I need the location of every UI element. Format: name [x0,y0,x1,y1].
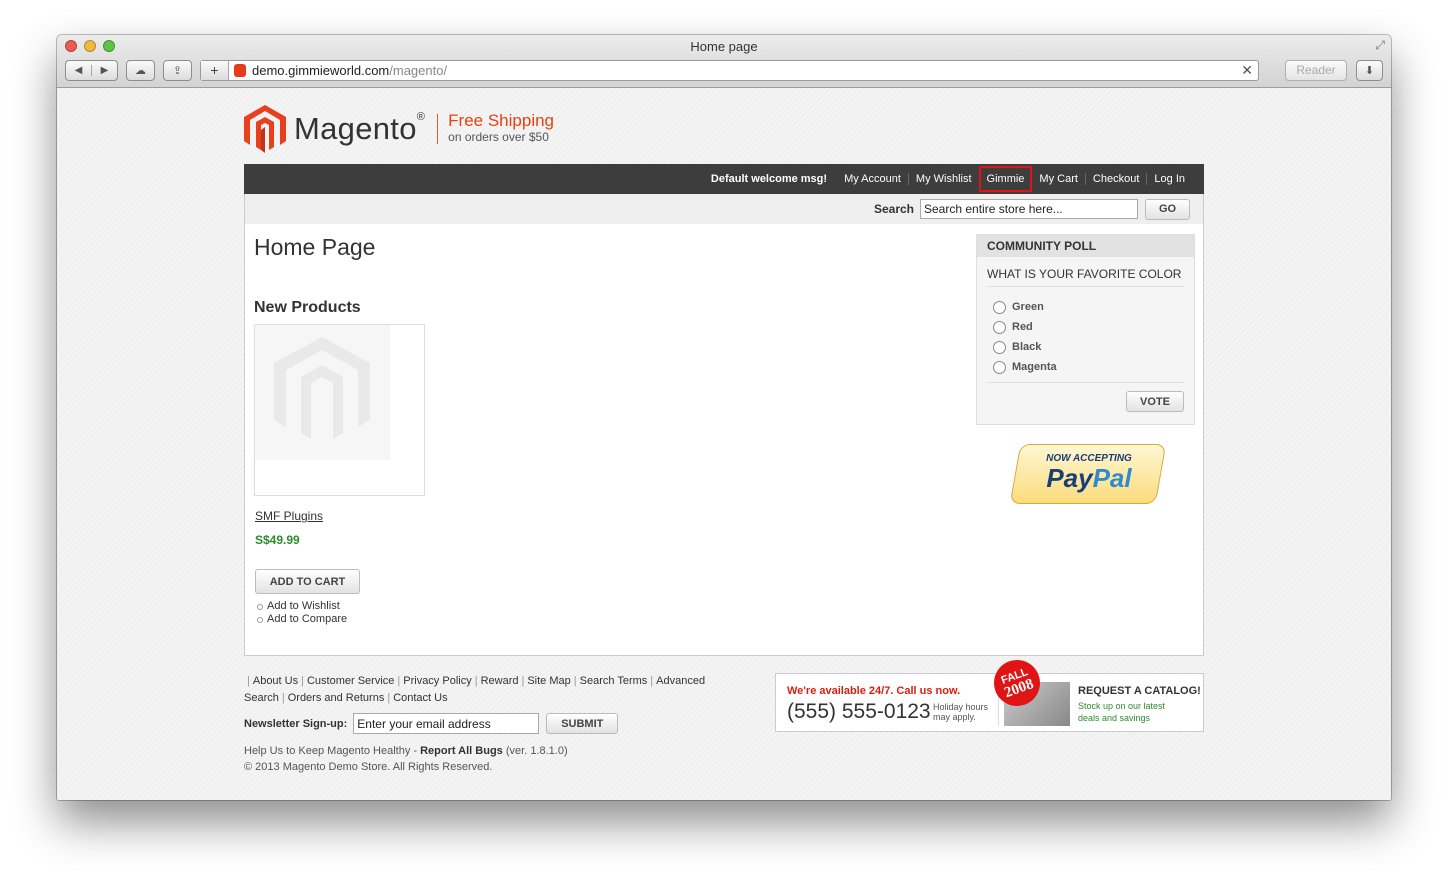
callout-availability: We're available 24/7. Call us now. [787,685,961,697]
footer-link-about-us[interactable]: About Us [253,675,298,687]
link-my-cart[interactable]: My Cart [1032,173,1085,185]
community-poll: COMMUNITY POLL WHAT IS YOUR FAVORITE COL… [976,234,1195,425]
footer-link-orders-returns[interactable]: Orders and Returns [288,692,385,704]
report-bugs-link[interactable]: Report All Bugs [420,745,503,757]
logo-divider [437,114,439,144]
magento-favicon-icon [234,63,246,77]
product-action-links: Add to Wishlist Add to Compare [257,600,347,626]
clear-url-icon[interactable]: ✕ [1241,62,1253,79]
url-path: /magento/ [389,62,448,78]
poll-option-green[interactable]: Green [993,297,1194,317]
browser-toolbar: ◀ ▶ ☁ ⇪ + demo.gimmieworld.com/magento/ … [65,59,1383,81]
download-icon: ⬇ [1364,64,1375,77]
forward-arrow-icon[interactable]: ▶ [92,65,117,76]
link-my-account[interactable]: My Account [837,173,908,185]
product-image-link[interactable] [254,324,425,496]
tagline-subtitle: on orders over $50 [448,130,549,144]
magento-placeholder-icon [274,337,370,439]
cloud-icon: ☁ [135,64,146,77]
new-products-heading: New Products [254,299,361,316]
paypal-logo: PayPal [1046,463,1132,493]
catalog-subtitle: Stock up on our latest deals and savings [1078,701,1166,723]
product-name-link[interactable]: SMF Plugins [255,509,323,523]
magento-logo-icon [244,105,286,153]
poll-option-magenta[interactable]: Magenta [993,357,1194,377]
icloud-tabs-button[interactable]: ☁ [126,59,155,81]
product-price: S$49.99 [255,533,300,547]
reader-button[interactable]: Reader [1285,59,1347,81]
footer-link-privacy-policy[interactable]: Privacy Policy [403,675,471,687]
window-title: Home page [690,39,758,54]
copyright: © 2013 Magento Demo Store. All Rights Re… [244,761,493,773]
main-content: Home Page New Products SMF Plugins S$49.… [244,224,1204,656]
share-button[interactable]: ⇪ [163,59,192,81]
url-host: demo.gimmieworld.com [252,62,390,78]
newsletter-email-input[interactable] [353,713,540,734]
product-placeholder-image [255,325,390,460]
radio-button[interactable] [993,340,1006,354]
title-bar: Home page ⤢ ◀ ▶ ☁ ⇪ + demo.gimmieworld.c… [57,35,1391,88]
back-forward-buttons: ◀ ▶ [65,59,118,81]
shipping-tagline: Free Shipping on orders over $50 [448,111,554,145]
link-my-wishlist[interactable]: My Wishlist [907,173,979,185]
footer-link-search-terms[interactable]: Search Terms [580,675,648,687]
downloads-button[interactable]: ⬇ [1356,59,1383,81]
fullscreen-icon[interactable]: ⤢ [1375,38,1385,53]
poll-options: Green Red Black Magenta [993,297,1194,377]
footer-links: | About Us | Customer Service | Privacy Polic… [244,675,706,704]
poll-question: WHAT IS YOUR FAVORITE COLOR [987,267,1184,287]
catalog-title: REQUEST A CATALOG! [1078,685,1201,697]
poll-title: COMMUNITY POLL [977,235,1194,257]
search-label: Search [873,202,914,216]
callout-phone: (555) 555-0123 [787,700,931,723]
store-logo[interactable]: Magento® Free Shipping on orders over $5… [244,103,554,155]
help-text: Help Us to Keep Magento Healthy - Report… [244,745,568,757]
header-links-bar: Default welcome msg! My Account My Wishl… [244,164,1204,194]
radio-button[interactable] [993,320,1006,334]
contact-catalog-callout[interactable]: We're available 24/7. Call us now. (555)… [775,653,1204,732]
search-go-button[interactable]: GO [1145,198,1190,220]
newsletter-submit-button[interactable]: SUBMIT [546,713,619,734]
welcome-message: Default welcome msg! [710,173,828,185]
newsletter-form: Newsletter Sign-up: SUBMIT [244,713,619,734]
address-bar[interactable]: + demo.gimmieworld.com/magento/ ✕ [200,59,1259,81]
page-title: Home Page [254,234,376,260]
add-to-cart-button[interactable]: ADD TO CART [255,569,360,594]
callout-hours: Holiday hours may apply. [933,702,989,722]
link-gimmie[interactable]: Gimmie [978,166,1033,192]
radio-button[interactable] [993,300,1006,314]
plus-icon: + [210,62,219,78]
tagline-title: Free Shipping [448,111,554,130]
poll-option-black[interactable]: Black [993,337,1194,357]
footer-link-customer-service[interactable]: Customer Service [307,675,394,687]
add-bookmark-button[interactable]: + [201,60,229,80]
web-page: Magento® Free Shipping on orders over $5… [57,88,1391,800]
search-bar: Search GO [244,194,1204,224]
radio-button[interactable] [993,360,1006,374]
paypal-banner[interactable]: NOW ACCEPTING PayPal [1009,444,1167,504]
browser-window: Home page ⤢ ◀ ▶ ☁ ⇪ + demo.gimmieworld.c… [57,35,1391,800]
link-checkout[interactable]: Checkout [1084,173,1146,185]
footer-link-reward[interactable]: Reward [481,675,519,687]
add-to-compare-link[interactable]: Add to Compare [257,613,347,626]
search-input[interactable] [920,199,1138,219]
logo-wordmark: Magento® [294,111,426,146]
footer-link-contact-us[interactable]: Contact Us [393,692,447,704]
share-icon: ⇪ [172,64,183,77]
back-arrow-icon[interactable]: ◀ [66,64,92,76]
link-log-in[interactable]: Log In [1146,173,1192,185]
footer-link-site-map[interactable]: Site Map [527,675,570,687]
vote-button[interactable]: VOTE [1126,391,1184,412]
poll-option-red[interactable]: Red [993,317,1194,337]
newsletter-label: Newsletter Sign-up: [244,717,348,730]
add-to-wishlist-link[interactable]: Add to Wishlist [257,600,347,613]
poll-divider [987,382,1184,383]
